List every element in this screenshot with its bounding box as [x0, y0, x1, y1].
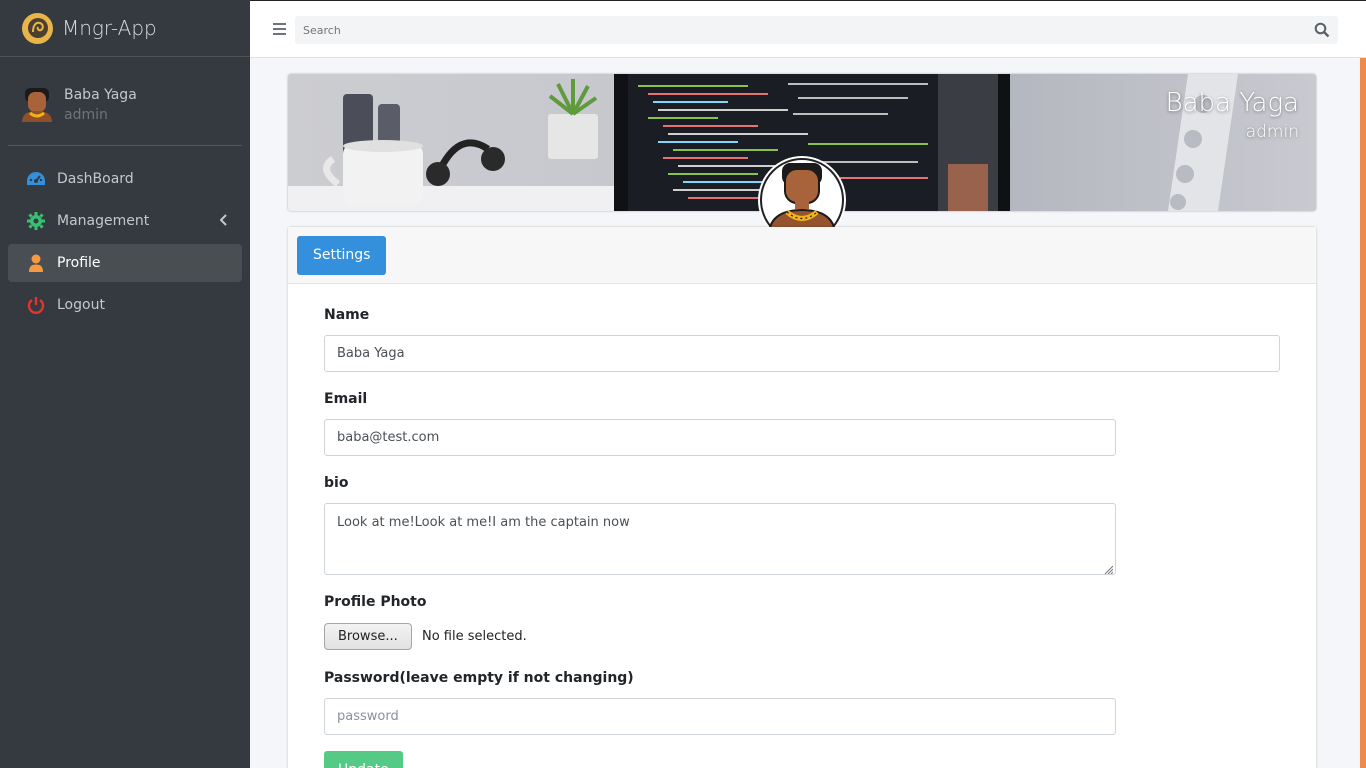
- sidebar-item-label: Management: [57, 213, 150, 229]
- settings-card: Settings Name Baba Yaga Email baba@test.…: [288, 227, 1316, 768]
- user-panel[interactable]: Baba Yaga admin: [8, 57, 242, 146]
- user-icon: [25, 253, 47, 273]
- bio-textarea[interactable]: Look at me!Look at me!I am the captain n…: [324, 503, 1116, 575]
- cover-user-role: admin: [1245, 122, 1299, 142]
- card-header: Settings: [288, 227, 1316, 284]
- brand-link[interactable]: Mngr-App: [0, 0, 250, 57]
- brand-name: Mngr-App: [62, 16, 157, 40]
- chevron-left-icon: [219, 214, 228, 230]
- sidebar-item-dashboard[interactable]: DashBoard: [8, 160, 242, 198]
- hamburger-menu-icon[interactable]: [273, 21, 287, 35]
- resize-grip-icon[interactable]: [1104, 563, 1114, 575]
- scrollbar[interactable]: [1360, 58, 1366, 768]
- browse-button[interactable]: Browse...: [324, 623, 412, 650]
- search-icon[interactable]: [1314, 22, 1330, 38]
- cover-user-name: Baba Yaga: [1165, 88, 1299, 118]
- name-field[interactable]: Baba Yaga: [324, 335, 1280, 372]
- sidebar-item-label: Profile: [57, 255, 101, 271]
- bio-text: Look at me!Look at me!I am the captain n…: [337, 515, 630, 530]
- sidebar-item-logout[interactable]: Logout: [8, 286, 242, 324]
- sidebar-nav: DashBoard Management Profile Logout: [0, 160, 250, 324]
- avatar[interactable]: [19, 86, 55, 122]
- sidebar-item-label: Logout: [57, 297, 105, 313]
- profile-avatar: [757, 155, 847, 227]
- sidebar-item-profile[interactable]: Profile: [8, 244, 242, 282]
- name-label: Name: [324, 307, 370, 323]
- email-label: Email: [324, 391, 368, 407]
- email-field[interactable]: baba@test.com: [324, 419, 1116, 456]
- tab-settings[interactable]: Settings: [297, 236, 387, 275]
- user-name[interactable]: Baba Yaga: [64, 85, 137, 105]
- file-status: No file selected.: [422, 629, 527, 644]
- search-bar: [295, 16, 1338, 44]
- dashboard-icon: [25, 169, 47, 189]
- topbar: [250, 0, 1366, 58]
- profile-photo-label: Profile Photo: [324, 594, 427, 610]
- gear-icon: [25, 211, 47, 231]
- brand-logo-icon: [22, 12, 53, 44]
- sidebar: Mngr-App Baba Yaga admin DashBoard Manag…: [0, 0, 250, 768]
- sidebar-item-management[interactable]: Management: [8, 202, 242, 240]
- password-label: Password(leave empty if not changing): [324, 670, 634, 686]
- bio-label: bio: [324, 475, 349, 491]
- user-role: admin: [64, 107, 108, 123]
- sidebar-item-label: DashBoard: [57, 171, 134, 187]
- search-input[interactable]: [295, 16, 1338, 44]
- update-button[interactable]: Update: [324, 751, 403, 768]
- power-icon: [25, 295, 47, 315]
- password-field[interactable]: password: [324, 698, 1116, 735]
